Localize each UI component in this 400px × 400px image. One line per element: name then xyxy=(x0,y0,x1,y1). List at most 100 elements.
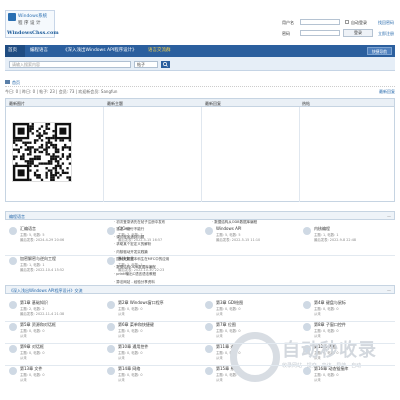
forum-last-post: 从未 xyxy=(20,378,27,382)
nav-home[interactable]: 首页 xyxy=(5,45,25,57)
watermark-title: 自动秒收录 xyxy=(282,340,377,361)
row-divider xyxy=(5,255,395,256)
register-link[interactable]: 立即注册 xyxy=(378,31,394,37)
forum-last-post: 从未 xyxy=(118,356,125,360)
forum-item[interactable]: 内核编程 主题: 1, 帖数: 1 最后发表: 2022-9-8 22:48 xyxy=(303,226,397,254)
forum-last-post: 最后发表: 2022-11-4 21:38 xyxy=(20,312,65,316)
forum-icon xyxy=(205,301,213,309)
forum-icon xyxy=(107,257,115,265)
logo-line1: Windows系统 xyxy=(18,14,48,19)
nav-book[interactable]: 《深入浅出Windows API程序设计》 xyxy=(60,45,140,57)
collapse-icon[interactable]: — xyxy=(387,212,391,221)
forum-icon xyxy=(9,227,17,235)
breadcrumb: 首页 xyxy=(5,78,395,87)
forum-item[interactable]: 汇编语言 主题: 5, 帖数: 5 最后发表: 2024-4-29 20:06 xyxy=(9,226,103,254)
forum-icon xyxy=(205,345,213,353)
forum-item[interactable]: 第2章 Windows窗口程序 主题: 0, 帖数: 0 从未 xyxy=(107,300,201,320)
forum-icon xyxy=(303,227,311,235)
forum-item[interactable]: 第3章 GDI绘图 主题: 0, 帖数: 0 从未 xyxy=(205,300,299,320)
windows-icon xyxy=(8,13,16,21)
forum-icon xyxy=(205,367,213,375)
search-bar: 请输入搜索内容 帖子 xyxy=(5,57,395,71)
breadcrumb-home[interactable]: 首页 xyxy=(12,80,20,85)
site-logo[interactable]: Windows系统 程序设计 WindowsChss.com xyxy=(5,10,59,38)
forum-icon xyxy=(107,323,115,331)
forum-last-post: 最后发表: 2022-10-30 22:23 xyxy=(118,268,165,272)
reply-link[interactable]: · 数据结构从ODB数据库编程 xyxy=(212,220,257,225)
forum-last-post: 从未 xyxy=(314,312,321,316)
forum-last-post: 从未 xyxy=(216,334,223,338)
forum-last-post: 从未 xyxy=(118,312,125,316)
forum-item[interactable]: 第9章 对话框 主题: 0, 帖数: 0 从未 xyxy=(9,344,103,364)
qr-code-image xyxy=(12,122,72,182)
forum-last-post: 最后发表: 2022-10-4 15:52 xyxy=(20,268,65,272)
password-label: 密码 xyxy=(282,31,290,36)
forum-last-post: 从未 xyxy=(216,356,223,360)
search-button[interactable] xyxy=(161,61,170,68)
search-input[interactable]: 请输入搜索内容 xyxy=(9,61,131,68)
nav-group[interactable]: 语言交流群 xyxy=(145,45,174,57)
forum-item[interactable]: 第14章 网络 主题: 0, 帖数: 0 从未 xyxy=(107,366,201,386)
topic-link[interactable]: · 初次登录请先在帖子注册中发布 xyxy=(114,220,165,225)
category-languages-title: 编程语言 xyxy=(9,214,25,219)
forum-icon xyxy=(9,323,17,331)
header-replies: 最新回复 xyxy=(205,101,221,106)
forum-item[interactable]: 第13章 文件 主题: 0, 帖数: 0 从未 xyxy=(9,366,103,386)
watermark: 自动秒收录 收录网站 · 提交 · 来访 · 导航 · 自动 xyxy=(230,332,400,392)
logo-line2: 程序设计 xyxy=(18,21,42,26)
header-hot: 热帖 xyxy=(302,101,310,106)
forum-icon xyxy=(107,345,115,353)
forum-item[interactable]: 第6章 菜单和快捷键 主题: 0, 帖数: 0 从未 xyxy=(107,322,201,342)
forum-item[interactable]: 系统安全 主题: 1, 帖数: 1 最后发表: 2022-10-30 22:23 xyxy=(107,256,201,284)
search-type-select[interactable]: 帖子 xyxy=(134,61,158,68)
forum-name[interactable]: C/C++ xyxy=(118,226,132,231)
logo-domain: WindowsChss.com xyxy=(7,30,59,36)
forum-item[interactable]: C/C++ 主题: 7, 帖数: 7 最后发表: 2022-5-15 16:57 xyxy=(107,226,201,254)
forum-icon xyxy=(303,323,311,331)
forum-icon xyxy=(9,345,17,353)
forum-icon xyxy=(303,301,311,309)
forum-icon xyxy=(107,367,115,375)
category-languages[interactable]: 编程语言 — xyxy=(5,211,395,220)
forum-icon xyxy=(205,323,213,331)
username-input[interactable] xyxy=(300,19,340,25)
forum-icon xyxy=(9,257,17,265)
login-button[interactable]: 登录 xyxy=(343,29,373,37)
forum-stats: 今日: 0 | 昨日: 0 | 帖子: 23 | 会员: 73 | 欢迎新会员:… xyxy=(5,87,395,97)
stats-text: 今日: 0 | 昨日: 0 | 帖子: 23 | 会员: 73 | 欢迎新会员:… xyxy=(5,89,118,94)
row-divider xyxy=(5,343,395,344)
nav-languages[interactable]: 编程语言 xyxy=(27,45,51,57)
forum-icon xyxy=(9,301,17,309)
quick-nav-button[interactable]: 快捷导航 xyxy=(366,47,392,55)
category-book-title: 《深入浅出Windows API程序设计》交流 xyxy=(9,288,83,293)
forum-icon xyxy=(205,227,213,235)
watermark-circle-icon xyxy=(230,332,280,382)
forum-icon xyxy=(107,227,115,235)
forum-item[interactable]: 加密解密与逆向工程 主题: 1, 帖数: 1 最后发表: 2022-10-4 15:… xyxy=(9,256,103,284)
forum-last-post: 从未 xyxy=(20,356,27,360)
forum-last-post: 从未 xyxy=(118,378,125,382)
search-type-label: 帖子 xyxy=(137,62,145,67)
forgot-password-link[interactable]: 找回密码 xyxy=(378,20,394,26)
top-panel-header xyxy=(6,99,394,107)
password-input[interactable] xyxy=(300,30,340,36)
forum-name[interactable]: Windows API xyxy=(216,226,241,231)
header-images: 最新图片 xyxy=(9,101,25,106)
forum-item[interactable]: 第10章 通用控件 主题: 0, 帖数: 0 从未 xyxy=(107,344,201,364)
latest-replies-link[interactable]: 最新回复 xyxy=(379,87,395,97)
main-nav: 首页 编程语言 《深入浅出Windows API程序设计》 语言交流群 快捷导航 xyxy=(5,45,395,57)
auto-login-checkbox[interactable] xyxy=(345,20,349,24)
search-icon xyxy=(163,62,168,67)
collapse-icon[interactable]: — xyxy=(387,286,391,295)
forum-item[interactable]: 第1章 基础知识 主题: 2, 帖数: 2 最后发表: 2022-11-4 21:3… xyxy=(9,300,103,320)
forum-last-post: 从未 xyxy=(20,334,27,338)
forum-item[interactable]: 第5章 资源和对话框 主题: 0, 帖数: 0 从未 xyxy=(9,322,103,342)
category-book[interactable]: 《深入浅出Windows API程序设计》交流 — xyxy=(5,285,395,294)
forum-last-post: 最后发表: 2022-5-15 11:10 xyxy=(216,238,261,242)
home-icon xyxy=(5,80,10,84)
username-label: 用户名 xyxy=(282,20,294,25)
forum-item[interactable]: 第4章 键盘与鼠标 主题: 0, 帖数: 0 从未 xyxy=(303,300,397,320)
forum-item[interactable]: Windows API 主题: 5, 帖数: 5 最后发表: 2022-5-15 1… xyxy=(205,226,299,254)
forum-icon xyxy=(107,301,115,309)
forum-last-post: 最后发表: 2024-4-29 20:06 xyxy=(20,238,65,242)
